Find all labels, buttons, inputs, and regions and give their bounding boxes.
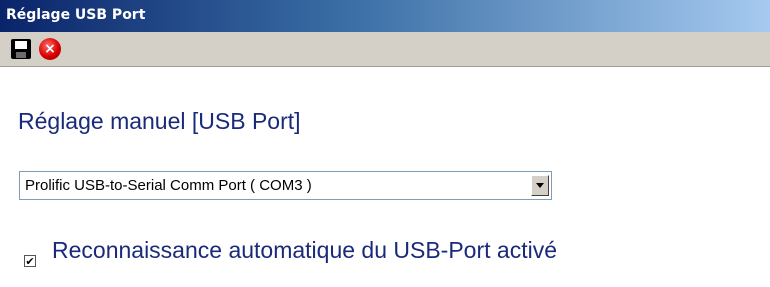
stop-icon: × xyxy=(39,38,61,60)
page-title: Réglage manuel [USB Port] xyxy=(18,108,301,134)
title-bar: Réglage USB Port xyxy=(0,0,770,32)
auto-detect-label[interactable]: Reconnaissance automatique du USB-Port a… xyxy=(52,238,672,262)
usb-port-select-value: Prolific USB-to-Serial Comm Port ( COM3 … xyxy=(25,177,312,194)
window-title: Réglage USB Port xyxy=(6,7,146,23)
toolbar: × xyxy=(0,32,770,67)
auto-detect-checkbox[interactable]: ✔ xyxy=(24,255,36,267)
save-button[interactable] xyxy=(8,36,34,62)
chevron-down-icon xyxy=(536,183,544,188)
usb-port-select[interactable]: Prolific USB-to-Serial Comm Port ( COM3 … xyxy=(19,171,552,200)
cancel-button[interactable]: × xyxy=(37,36,63,62)
floppy-disk-icon xyxy=(11,39,31,59)
dropdown-arrow-button[interactable] xyxy=(531,175,549,196)
